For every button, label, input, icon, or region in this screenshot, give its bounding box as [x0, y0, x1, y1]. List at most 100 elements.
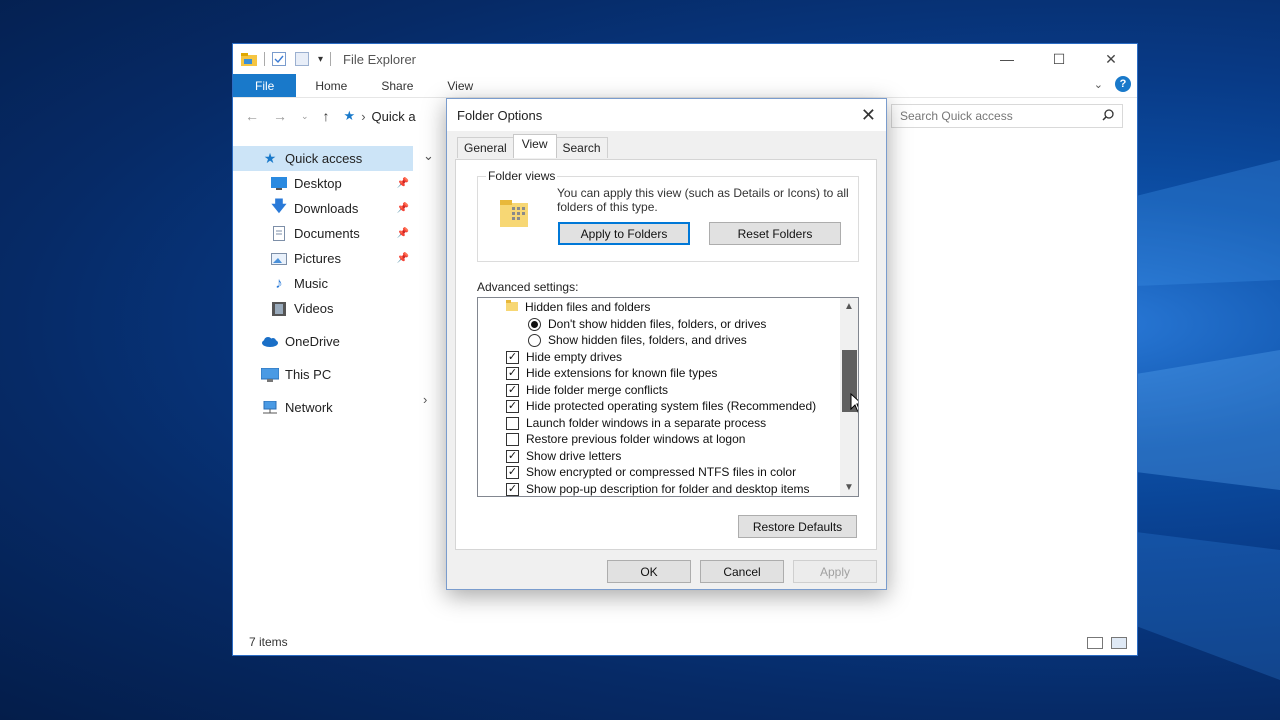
download-icon: 🡇	[271, 198, 287, 215]
mouse-pointer-icon	[850, 392, 858, 416]
properties-icon[interactable]	[272, 52, 288, 66]
window-title: File Explorer	[343, 51, 416, 67]
nav-label: This PC	[285, 367, 332, 382]
star-icon: ★	[343, 108, 356, 123]
setting-radio-show-hidden[interactable]: Show hidden files, folders, and drives	[528, 332, 747, 348]
nav-item-pictures[interactable]: Pictures 📌	[233, 246, 413, 271]
setting-show-encrypted-color[interactable]: ✓ Show encrypted or compressed NTFS file…	[506, 464, 796, 480]
nav-item-downloads[interactable]: 🡇 Downloads 📌	[233, 196, 413, 221]
checkbox-checked[interactable]: ✓	[506, 482, 519, 496]
setting-hide-merge-conflicts[interactable]: ✓ Hide folder merge conflicts	[506, 382, 668, 398]
search-icon	[1102, 108, 1114, 124]
content-group-recent[interactable]: ›	[423, 392, 427, 407]
dialog-titlebar: Folder Options ✕	[447, 99, 886, 131]
nav-label: Documents	[294, 226, 360, 241]
nav-label: Videos	[294, 301, 334, 316]
pin-icon[interactable]: 📌	[397, 228, 409, 239]
quick-access-toolbar: ▾	[241, 52, 332, 66]
breadcrumb-separator-icon: ›	[361, 108, 366, 124]
forward-arrow-icon[interactable]: →	[273, 108, 287, 124]
nav-item-onedrive[interactable]: OneDrive	[233, 329, 413, 354]
star-icon: ★	[263, 150, 277, 166]
explorer-titlebar: ▾ File Explorer — ☐ ✕	[233, 44, 1137, 74]
address-path[interactable]: ★ › Quick a	[344, 108, 416, 124]
expand-ribbon-icon[interactable]: ⌄	[1094, 78, 1103, 91]
radio-button-checked[interactable]	[528, 317, 541, 331]
tab-home[interactable]: Home	[298, 74, 364, 97]
setting-radio-dont-show-hidden[interactable]: Don't show hidden files, folders, or dri…	[528, 316, 766, 332]
content-group-frequent[interactable]: ⌄	[423, 148, 434, 164]
setting-restore-previous-windows[interactable]: Restore previous folder windows at logon	[506, 431, 745, 447]
tab-view[interactable]: View	[512, 134, 557, 158]
close-icon[interactable]: ✕	[1085, 44, 1137, 74]
back-arrow-icon[interactable]: ←	[245, 108, 259, 124]
folder-views-description: You can apply this view (such as Details…	[557, 186, 849, 214]
tab-share[interactable]: Share	[364, 74, 430, 97]
details-view-icon[interactable]	[1087, 637, 1103, 649]
breadcrumb-quick-access[interactable]: Quick a	[372, 109, 416, 124]
large-icons-view-icon[interactable]	[1111, 637, 1127, 649]
apply-to-folders-button[interactable]: Apply to Folders	[558, 222, 690, 245]
nav-item-music[interactable]: ♪ Music	[233, 271, 413, 296]
dialog-title: Folder Options	[457, 107, 543, 123]
setting-hide-empty-drives[interactable]: ✓ Hide empty drives	[506, 349, 622, 365]
setting-label: Hide extensions for known file types	[526, 366, 718, 380]
checkbox-checked[interactable]: ✓	[506, 383, 519, 397]
checkbox-checked[interactable]: ✓	[506, 366, 519, 380]
pin-icon[interactable]: 📌	[397, 178, 409, 189]
restore-defaults-button[interactable]: Restore Defaults	[738, 515, 857, 538]
checkbox[interactable]	[506, 432, 519, 446]
tab-file[interactable]: File	[233, 74, 297, 97]
tab-view[interactable]: View	[430, 74, 490, 97]
setting-hide-protected-os-files[interactable]: ✓ Hide protected operating system files …	[506, 398, 816, 414]
recent-locations-icon[interactable]: ⌄	[301, 111, 309, 122]
nav-item-documents[interactable]: Documents 📌	[233, 221, 413, 246]
setting-launch-separate-process[interactable]: Launch folder windows in a separate proc…	[506, 415, 766, 431]
reset-folders-button[interactable]: Reset Folders	[709, 222, 841, 245]
view-tab-panel: Folder views You can apply this view (su…	[455, 159, 877, 550]
computer-icon	[261, 367, 279, 383]
tab-search[interactable]: Search	[555, 137, 608, 158]
setting-label: Show pop-up description for folder and d…	[526, 482, 810, 496]
checkbox-checked[interactable]: ✓	[506, 399, 519, 413]
pin-icon[interactable]: 📌	[397, 203, 409, 214]
status-item-count: 7 items	[249, 635, 288, 649]
settings-scrollbar[interactable]: ▲ ▼	[840, 298, 858, 496]
setting-label: Don't show hidden files, folders, or dri…	[548, 317, 767, 331]
setting-show-popup-description[interactable]: ✓ Show pop-up description for folder and…	[506, 481, 810, 496]
maximize-icon[interactable]: ☐	[1033, 44, 1085, 74]
checkbox[interactable]	[506, 416, 519, 430]
pin-icon[interactable]: 📌	[397, 253, 409, 264]
apply-button[interactable]: Apply	[793, 560, 877, 583]
checkbox-checked[interactable]: ✓	[506, 350, 519, 364]
desktop-icon	[270, 176, 288, 192]
minimize-icon[interactable]: —	[981, 44, 1033, 74]
view-switcher	[1087, 637, 1127, 649]
ok-button[interactable]: OK	[607, 560, 691, 583]
close-icon[interactable]: ✕	[861, 105, 876, 126]
navigation-pane: ★ Quick access Desktop 📌 🡇 Downloads 📌 D…	[233, 146, 413, 420]
help-icon[interactable]: ?	[1115, 76, 1131, 92]
nav-item-network[interactable]: Network	[233, 395, 413, 420]
nav-item-desktop[interactable]: Desktop 📌	[233, 171, 413, 196]
radio-button[interactable]	[528, 333, 541, 347]
scroll-up-arrow-icon[interactable]: ▲	[840, 298, 858, 315]
nav-item-this-pc[interactable]: This PC	[233, 362, 413, 387]
cancel-button[interactable]: Cancel	[700, 560, 784, 583]
nav-label: OneDrive	[285, 334, 340, 349]
new-folder-icon[interactable]	[295, 52, 311, 66]
setting-show-drive-letters[interactable]: ✓ Show drive letters	[506, 448, 621, 464]
setting-label: Hide folder merge conflicts	[526, 383, 669, 397]
checkbox-checked[interactable]: ✓	[506, 465, 519, 479]
nav-item-quick-access[interactable]: ★ Quick access	[233, 146, 413, 171]
up-arrow-icon[interactable]: ↑	[323, 108, 330, 124]
customize-toolbar-icon[interactable]: ▾	[318, 54, 323, 65]
tab-general[interactable]: General	[457, 137, 514, 158]
folder-options-dialog: Folder Options ✕ General View Search Fol…	[446, 98, 887, 590]
nav-label: Music	[294, 276, 328, 291]
checkbox-checked[interactable]: ✓	[506, 449, 519, 463]
nav-item-videos[interactable]: Videos	[233, 296, 413, 321]
search-input[interactable]: Search Quick access	[891, 104, 1123, 128]
scroll-down-arrow-icon[interactable]: ▼	[840, 479, 858, 496]
setting-hide-extensions[interactable]: ✓ Hide extensions for known file types	[506, 365, 717, 381]
